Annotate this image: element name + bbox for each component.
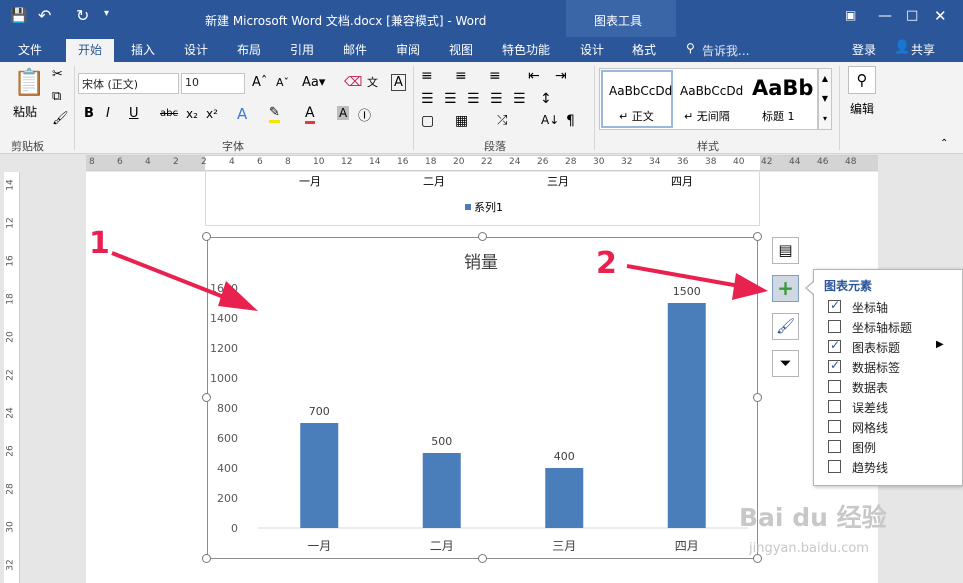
annotation-arrowhead-2 <box>732 273 768 300</box>
annotation-arrowhead-1 <box>218 281 258 311</box>
annotation-arrows <box>111 251 768 311</box>
annotation-arrow-2 <box>626 264 746 289</box>
watermark-url: jingyan.baidu.com <box>749 541 869 556</box>
watermark-logo: Bai du 经验 <box>739 503 887 532</box>
annotation-2: 2 <box>596 246 617 281</box>
annotation-1: 1 <box>89 226 110 261</box>
watermark: Bai du 经验 jingyan.baidu.com <box>735 498 955 578</box>
